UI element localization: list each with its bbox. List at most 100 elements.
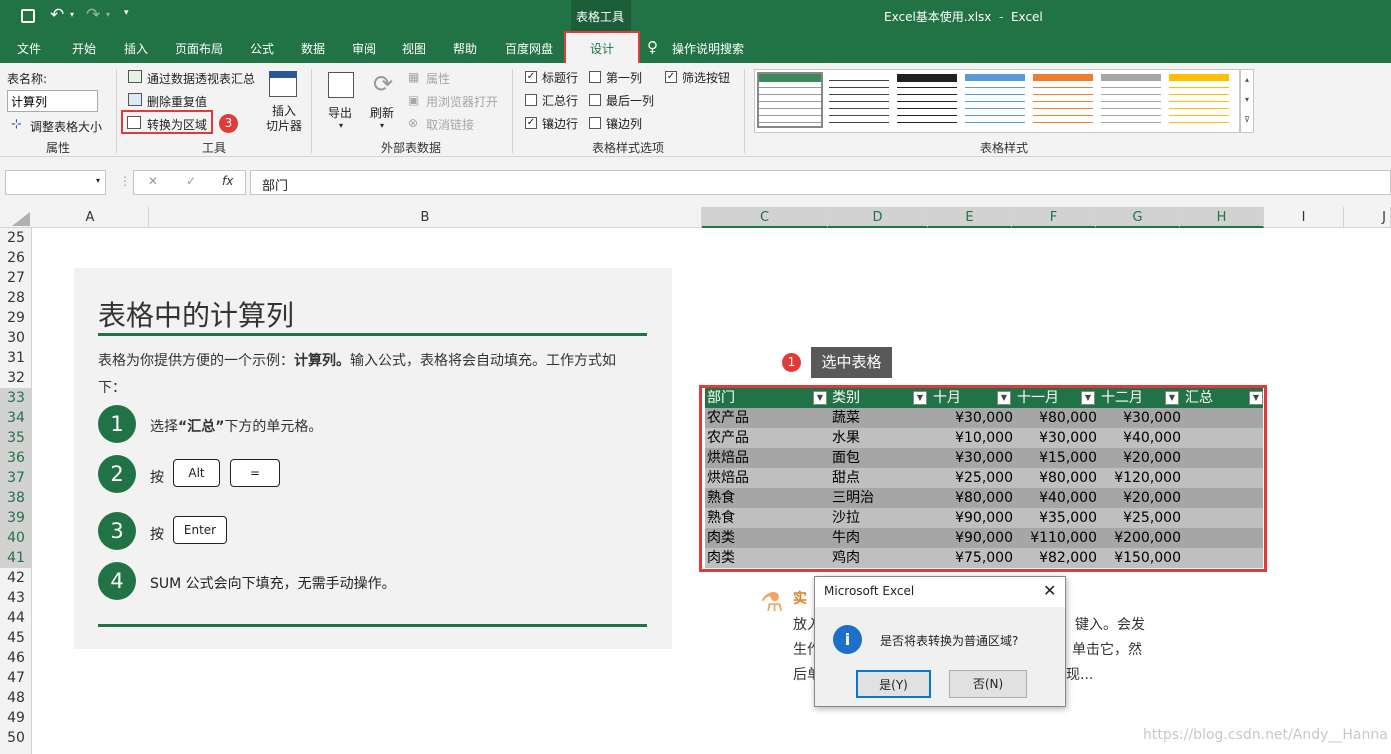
tab-file[interactable]: 文件 <box>17 40 41 57</box>
cell-dec[interactable]: ¥25,000 <box>1123 508 1181 528</box>
cell-oct[interactable]: ¥10,000 <box>955 428 1013 448</box>
insert-function-button[interactable]: fx <box>222 174 233 188</box>
row-header[interactable]: 44 <box>0 608 32 628</box>
tab-insert[interactable]: 插入 <box>124 40 148 57</box>
insert-slicer-button[interactable]: 插入 切片器 <box>266 104 302 134</box>
select-all-corner[interactable] <box>12 212 30 226</box>
row-header[interactable]: 40 <box>0 528 32 548</box>
remove-duplicates-button[interactable]: 删除重复值 <box>147 93 207 110</box>
cell-dec[interactable]: ¥40,000 <box>1123 428 1181 448</box>
filter-dropdown-icon[interactable]: ▼ <box>913 391 927 405</box>
tab-view[interactable]: 视图 <box>402 40 426 57</box>
row-header[interactable]: 34 <box>0 408 32 428</box>
row-header[interactable]: 45 <box>0 628 32 648</box>
column-header-b[interactable]: B <box>149 207 702 228</box>
cell-category[interactable]: 鸡肉 <box>832 548 860 568</box>
undo-dropdown-icon[interactable]: ▾ <box>70 10 74 19</box>
cell-oct[interactable]: ¥90,000 <box>955 508 1013 528</box>
row-header[interactable]: 38 <box>0 488 32 508</box>
cell-oct[interactable]: ¥30,000 <box>955 448 1013 468</box>
cell-category[interactable]: 蔬菜 <box>832 408 860 428</box>
cell-category[interactable]: 沙拉 <box>832 508 860 528</box>
table-row[interactable]: 农产品 水果 ¥10,000 ¥30,000 ¥40,000 <box>705 428 1263 448</box>
table-style-swatch-green[interactable] <box>757 72 823 128</box>
cell-nov[interactable]: ¥15,000 <box>1039 448 1097 468</box>
first-column-checkbox[interactable] <box>589 71 601 83</box>
column-header-g[interactable]: G <box>1096 207 1180 228</box>
table-style-swatch-gray[interactable] <box>1101 74 1161 126</box>
cell-dept[interactable]: 肉类 <box>707 528 735 548</box>
cell-category[interactable]: 面包 <box>832 448 860 468</box>
banded-rows-checkbox[interactable]: ✓ <box>525 117 537 129</box>
table-row[interactable]: 熟食 三明治 ¥80,000 ¥40,000 ¥20,000 <box>705 488 1263 508</box>
row-header[interactable]: 41 <box>0 548 32 568</box>
tab-page-layout[interactable]: 页面布局 <box>175 40 223 57</box>
cell-nov[interactable]: ¥80,000 <box>1039 468 1097 488</box>
table-style-swatch-plain[interactable] <box>829 74 889 126</box>
row-header[interactable]: 33 <box>0 388 32 408</box>
filter-dropdown-icon[interactable]: ▼ <box>813 391 827 405</box>
row-header[interactable]: 30 <box>0 328 32 348</box>
row-header[interactable]: 28 <box>0 288 32 308</box>
column-header-i[interactable]: I <box>1264 207 1344 228</box>
cell-nov[interactable]: ¥82,000 <box>1039 548 1097 568</box>
resize-table-button[interactable]: 调整表格大小 <box>30 118 102 135</box>
data-table[interactable]: 部门 ▼ 类别 ▼ 十月 ▼ 十一月 ▼ 十二月 ▼ 汇总 ▼ 农产品 蔬菜 ¥30,000 ¥8… <box>699 385 1267 572</box>
table-styles-gallery[interactable] <box>754 69 1240 133</box>
row-header[interactable]: 27 <box>0 268 32 288</box>
total-row-checkbox[interactable] <box>525 94 537 106</box>
row-header[interactable]: 43 <box>0 588 32 608</box>
cell-oct[interactable]: ¥25,000 <box>955 468 1013 488</box>
formula-input[interactable]: 部门 <box>250 170 1391 195</box>
header-row-checkbox[interactable]: ✓ <box>525 71 537 83</box>
row-header[interactable]: 39 <box>0 508 32 528</box>
gallery-scroll[interactable]: ▴ ▾ ⊽ <box>1240 69 1254 133</box>
cell-dept[interactable]: 农产品 <box>707 408 749 428</box>
row-header[interactable]: 46 <box>0 648 32 668</box>
undo-icon[interactable]: ↶ <box>50 5 64 25</box>
cell-oct[interactable]: ¥75,000 <box>955 548 1013 568</box>
column-header-c[interactable]: C <box>702 207 828 228</box>
row-header[interactable]: 29 <box>0 308 32 328</box>
filter-button-checkbox[interactable]: ✓ <box>665 71 677 83</box>
row-header[interactable]: 25 <box>0 228 32 248</box>
table-row[interactable]: 熟食 沙拉 ¥90,000 ¥35,000 ¥25,000 <box>705 508 1263 528</box>
table-style-swatch-orange[interactable] <box>1033 74 1093 126</box>
export-button[interactable]: 导出 <box>328 104 352 121</box>
cell-category[interactable]: 甜点 <box>832 468 860 488</box>
row-header[interactable]: 37 <box>0 468 32 488</box>
cell-oct[interactable]: ¥30,000 <box>955 408 1013 428</box>
cell-category[interactable]: 三明治 <box>832 488 874 508</box>
filter-dropdown-icon[interactable]: ▼ <box>1249 391 1263 405</box>
table-style-swatch-blue[interactable] <box>965 74 1025 126</box>
cell-dept[interactable]: 烘焙品 <box>707 448 749 468</box>
cell-nov[interactable]: ¥35,000 <box>1039 508 1097 528</box>
cell-dec[interactable]: ¥30,000 <box>1123 408 1181 428</box>
name-box-dropdown-icon[interactable]: ▾ <box>96 176 100 185</box>
column-header-a[interactable]: A <box>32 207 149 228</box>
table-row[interactable]: 肉类 鸡肉 ¥75,000 ¥82,000 ¥150,000 <box>705 548 1263 568</box>
cell-dec[interactable]: ¥200,000 <box>1114 528 1181 548</box>
cell-dept[interactable]: 熟食 <box>707 488 735 508</box>
row-header[interactable]: 35 <box>0 428 32 448</box>
tab-review[interactable]: 审阅 <box>352 40 376 57</box>
table-row[interactable]: 烘焙品 甜点 ¥25,000 ¥80,000 ¥120,000 <box>705 468 1263 488</box>
cell-dept[interactable]: 熟食 <box>707 508 735 528</box>
column-header-j[interactable]: J <box>1344 207 1391 228</box>
cell-oct[interactable]: ¥90,000 <box>955 528 1013 548</box>
cell-category[interactable]: 水果 <box>832 428 860 448</box>
tell-me-search[interactable]: 操作说明搜索 <box>672 40 744 57</box>
row-header[interactable]: 36 <box>0 448 32 468</box>
refresh-button[interactable]: 刷新 <box>370 104 394 121</box>
column-header-e[interactable]: E <box>928 207 1012 228</box>
tab-baidu-netdisk[interactable]: 百度网盘 <box>505 40 553 57</box>
tab-help[interactable]: 帮助 <box>453 40 477 57</box>
tab-data[interactable]: 数据 <box>301 40 325 57</box>
cell-dept[interactable]: 农产品 <box>707 428 749 448</box>
customize-qat-icon[interactable]: ▾ <box>124 8 129 18</box>
name-box[interactable]: ▾ <box>5 170 106 195</box>
cell-nov[interactable]: ¥30,000 <box>1039 428 1097 448</box>
banded-columns-checkbox[interactable] <box>589 117 601 129</box>
row-header[interactable]: 50 <box>0 728 32 748</box>
row-header[interactable]: 32 <box>0 368 32 388</box>
